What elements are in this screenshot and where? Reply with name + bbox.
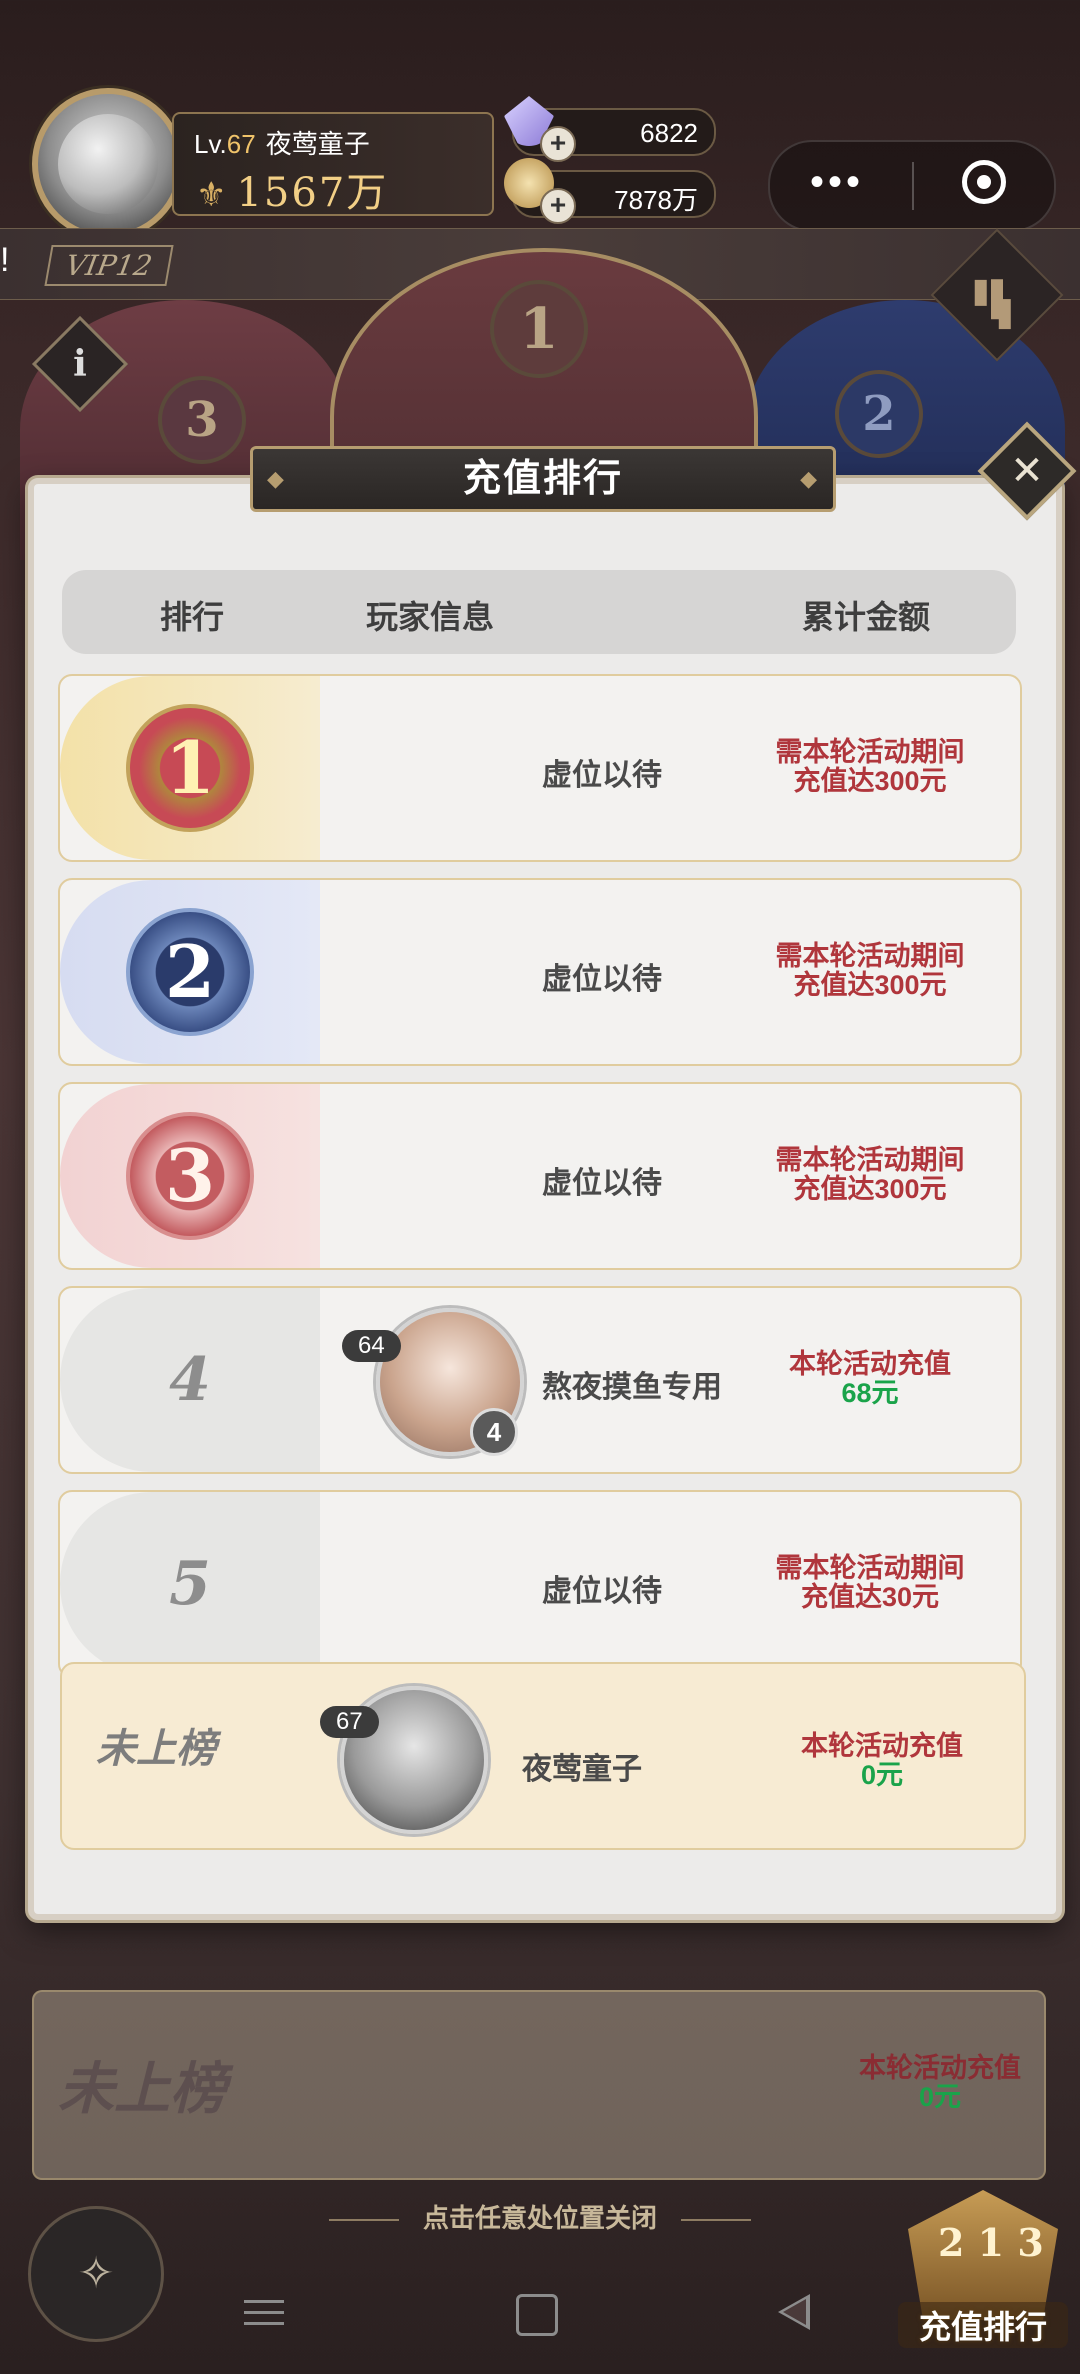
rank-1-emblem: 1 (126, 704, 254, 832)
power-value: 1567万 (236, 170, 389, 216)
amount-label: 本轮活动充值 (789, 1349, 951, 1379)
avatar-image (58, 114, 158, 214)
rank-number: 5 (169, 1549, 211, 1619)
coin-value: 7878万 (614, 185, 698, 215)
table-row[interactable]: 4 64 4 熬夜摸鱼专用 本轮活动充值 68元 (58, 1286, 1022, 1474)
table-row: 3 虚位以待 需本轮活动期间 充值达300元 (58, 1082, 1022, 1270)
vacant-label: 虚位以待 (542, 1575, 662, 1608)
amount-requirement: 需本轮活动期间 (775, 1145, 965, 1175)
my-name: 夜莺童子 (522, 1753, 642, 1786)
header-player: 玩家信息 (366, 599, 495, 635)
bg-amount-value: 0元 (918, 2082, 962, 2112)
close-icon: ✕ (1010, 449, 1044, 493)
close-miniprogram-icon[interactable] (962, 160, 1006, 204)
combat-power: ⚜ 1567万 (196, 160, 388, 218)
table-header: 排行 玩家信息 累计金额 (62, 570, 1016, 654)
player-sub-badge: 4 (470, 1408, 518, 1456)
bg-unranked-label: 未上榜 (58, 2057, 226, 2120)
vip-badge[interactable]: VIP12 (44, 245, 174, 286)
close-hint-text: 点击任意处位置关闭 (422, 2203, 657, 2233)
panel-title: 充值排行 (250, 446, 836, 512)
ticker-text: ! (0, 241, 10, 279)
podium-medal-1: 1 (490, 280, 588, 378)
amount-requirement: 需本轮活动期间 (775, 1553, 965, 1583)
podium-medal-2: 2 (835, 370, 923, 458)
player-name: 熬夜摸鱼专用 (542, 1371, 722, 1404)
hint-divider (681, 2219, 751, 2222)
player-level: 67 (226, 129, 256, 159)
amount-cell: 本轮活动充值 68元 (750, 1350, 990, 1408)
level-prefix: Lv. (194, 129, 227, 159)
coin-resource[interactable]: + 7878万 (504, 158, 716, 224)
home-icon[interactable] (516, 2294, 558, 2336)
amount-threshold: 充值达30元 (800, 1582, 940, 1612)
rank-cell: 5 (60, 1492, 320, 1676)
player-info-bar: Lv.67 夜莺童子 ⚜ 1567万 (172, 112, 494, 216)
power-icon: ⚜ (196, 175, 229, 215)
miniprogram-capsule: ••• (768, 140, 1056, 232)
amount-cell: 需本轮活动期间 充值达300元 (750, 738, 990, 796)
add-diamond-icon[interactable]: + (540, 126, 576, 162)
unranked-label: 未上榜 (96, 1727, 216, 1771)
vacant-label: 虚位以待 (542, 759, 662, 792)
hint-divider (328, 2219, 399, 2222)
amount-cell: 需本轮活动期间 充值达300元 (750, 942, 990, 1000)
add-coin-icon[interactable]: + (540, 188, 576, 224)
system-navigation-bar (0, 2270, 1080, 2374)
rank-cell: 1 (60, 676, 320, 860)
header-rank: 排行 (160, 599, 225, 635)
player-avatar[interactable] (32, 88, 184, 240)
player-level-badge: 64 (342, 1330, 401, 1362)
rank-3-emblem: 3 (126, 1112, 254, 1240)
my-level-badge: 67 (320, 1706, 379, 1738)
header-amount: 累计金额 (802, 599, 931, 635)
diamond-resource[interactable]: + 6822 (504, 96, 716, 162)
amount-cell: 需本轮活动期间 充值达30元 (750, 1554, 990, 1612)
amount-threshold: 充值达300元 (793, 970, 947, 1000)
my-amount-label: 本轮活动充值 (801, 1731, 963, 1761)
back-icon[interactable] (778, 2294, 810, 2330)
ranking-badge-digits: 2 1 3 (938, 2220, 1044, 2265)
podium-medal-3: 3 (158, 376, 246, 464)
table-row: 5 虚位以待 需本轮活动期间 充值达30元 (58, 1490, 1022, 1678)
table-row: 1 虚位以待 需本轮活动期间 充值达300元 (58, 674, 1022, 862)
more-options-icon[interactable]: ••• (810, 160, 864, 205)
rank-cell: 3 (60, 1084, 320, 1268)
my-amount-value: 0元 (860, 1760, 904, 1790)
rank-2-emblem: 2 (126, 908, 254, 1036)
my-rank-row: 未上榜 67 夜莺童子 本轮活动充值 0元 (60, 1662, 1026, 1850)
player-level-line: Lv.67 夜莺童子 (194, 124, 370, 161)
player-name: 夜莺童子 (265, 129, 370, 159)
rank-cell: 2 (60, 880, 320, 1064)
vacant-label: 虚位以待 (542, 963, 662, 996)
vacant-label: 虚位以待 (542, 1167, 662, 1200)
my-amount-cell: 本轮活动充值 0元 (762, 1732, 1002, 1790)
bg-amount: 本轮活动充值 0元 (820, 2054, 1060, 2112)
bg-amount-label: 本轮活动充值 (859, 2053, 1021, 2083)
rank-cell: 4 (60, 1288, 320, 1472)
amount-threshold: 充值达300元 (793, 766, 947, 796)
amount-threshold: 充值达300元 (793, 1174, 947, 1204)
amount-value: 68元 (841, 1378, 899, 1408)
rank-number: 4 (169, 1345, 211, 1415)
amount-cell: 需本轮活动期间 充值达300元 (750, 1146, 990, 1204)
capsule-divider (912, 162, 914, 210)
amount-requirement: 需本轮活动期间 (775, 737, 965, 767)
diamond-value: 6822 (640, 118, 698, 148)
menu-icon[interactable] (244, 2292, 284, 2332)
amount-requirement: 需本轮活动期间 (775, 941, 965, 971)
background-my-rank-card: 未上榜 本轮活动充值 0元 (32, 1990, 1046, 2180)
table-row: 2 虚位以待 需本轮活动期间 充值达300元 (58, 878, 1022, 1066)
